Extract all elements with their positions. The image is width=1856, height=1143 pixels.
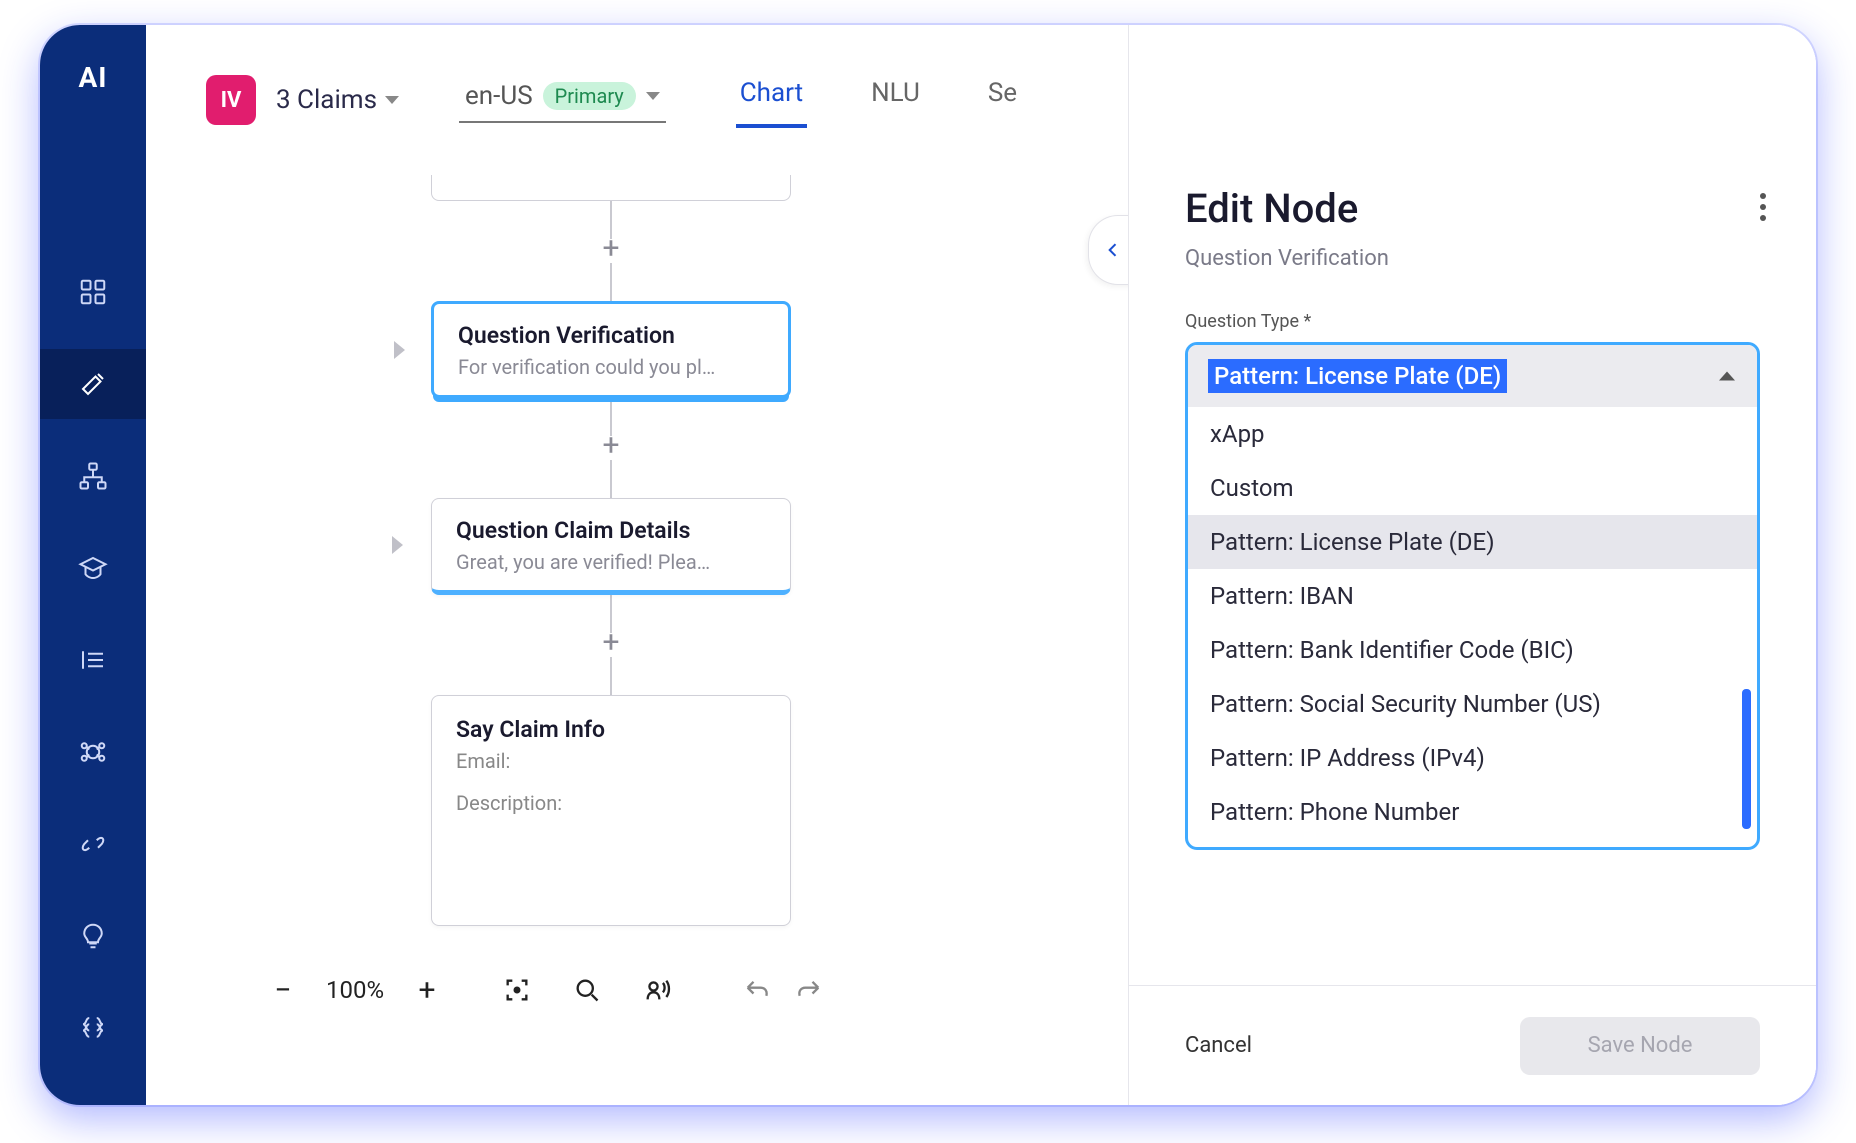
- node-title: Say Claim Info: [456, 716, 766, 743]
- sidebar-item-connect[interactable]: [40, 809, 146, 879]
- locale-primary-badge: Primary: [543, 82, 636, 110]
- sidebar-item-build[interactable]: [40, 349, 146, 419]
- combobox-option[interactable]: Pattern: Social Security Number (US): [1188, 677, 1757, 731]
- flow-connector: [610, 657, 612, 695]
- breadcrumb-project[interactable]: 3 Claims: [276, 85, 399, 115]
- flow-node-question-claim-details[interactable]: Question Claim Details Great, you are ve…: [431, 498, 791, 595]
- sidebar-item-ideas[interactable]: [40, 901, 146, 971]
- node-title: Question Verification: [458, 322, 764, 349]
- zoom-out-button[interactable]: −: [266, 973, 300, 1007]
- voice-preview-button[interactable]: [640, 973, 674, 1007]
- caret-right-icon: [394, 341, 405, 359]
- view-tabs: Chart NLU Se: [736, 72, 1021, 128]
- combobox-option[interactable]: Pattern: IBAN: [1188, 569, 1757, 623]
- add-node-button[interactable]: +: [597, 434, 625, 462]
- sidebar-item-logs[interactable]: [40, 625, 146, 695]
- combobox-option[interactable]: Pattern: License Plate (DE): [1188, 515, 1757, 569]
- redo-button[interactable]: [792, 973, 826, 1007]
- caret-right-icon: [392, 536, 403, 554]
- flow-node-say-claim-info[interactable]: Say Claim Info Email: Description:: [431, 695, 791, 926]
- flow-canvas[interactable]: + Question Verification For verification…: [146, 175, 1076, 1025]
- undo-button[interactable]: [740, 973, 774, 1007]
- flow-connector: [610, 460, 612, 498]
- flow-node-question-verification[interactable]: Question Verification For verification c…: [431, 301, 791, 398]
- tab-settings[interactable]: Se: [984, 72, 1021, 128]
- combobox-option[interactable]: Pattern: IP Address (IPv4): [1188, 731, 1757, 785]
- panel-subtitle: Question Verification: [1185, 246, 1760, 271]
- project-badge[interactable]: IV: [206, 75, 256, 125]
- panel-title: Edit Node: [1185, 185, 1760, 232]
- chevron-down-icon: [646, 92, 660, 100]
- tab-chart[interactable]: Chart: [736, 72, 807, 128]
- node-title: Question Claim Details: [456, 517, 766, 544]
- flow-connector: [610, 263, 612, 301]
- fit-view-button[interactable]: [500, 973, 534, 1007]
- sidebar-item-code[interactable]: [40, 993, 146, 1063]
- sidebar: AI: [40, 25, 146, 1105]
- node-line-description: Description:: [456, 791, 766, 815]
- zoom-level: 100%: [326, 976, 384, 1004]
- combobox-option[interactable]: xApp: [1188, 407, 1757, 461]
- canvas-toolbar: − 100% +: [266, 973, 826, 1007]
- sidebar-item-flows[interactable]: [40, 441, 146, 511]
- combobox-option[interactable]: Custom: [1188, 461, 1757, 515]
- question-type-label: Question Type *: [1185, 311, 1760, 332]
- node-subtitle: For verification could you pl…: [458, 355, 764, 379]
- panel-menu-button[interactable]: [1760, 193, 1766, 221]
- flow-node-start-stub[interactable]: [431, 175, 791, 201]
- add-node-button[interactable]: +: [597, 237, 625, 265]
- breadcrumb-label: 3 Claims: [276, 85, 377, 115]
- combobox-selected-value: Pattern: License Plate (DE): [1208, 359, 1507, 393]
- chevron-down-icon: [385, 96, 399, 104]
- node-line-email: Email:: [456, 749, 766, 773]
- node-subtitle: Great, you are verified! Plea…: [456, 550, 766, 574]
- combobox-option[interactable]: Pattern: Phone Number: [1188, 785, 1757, 839]
- combobox-list: xApp Custom Pattern: License Plate (DE) …: [1188, 407, 1757, 847]
- zoom-in-button[interactable]: +: [410, 973, 444, 1007]
- sidebar-item-ai[interactable]: [40, 717, 146, 787]
- scrollbar-thumb[interactable]: [1742, 689, 1751, 829]
- save-node-button[interactable]: Save Node: [1520, 1017, 1760, 1075]
- sidebar-item-apps[interactable]: [40, 257, 146, 327]
- locale-label: en-US: [465, 81, 533, 111]
- question-type-combobox[interactable]: Pattern: License Plate (DE) xApp Custom …: [1185, 342, 1760, 850]
- search-canvas-button[interactable]: [570, 973, 604, 1007]
- combobox-input[interactable]: Pattern: License Plate (DE): [1188, 345, 1757, 407]
- panel-footer: Cancel Save Node: [1129, 985, 1816, 1105]
- sidebar-item-learn[interactable]: [40, 533, 146, 603]
- combobox-option[interactable]: Pattern: Credit Card: [1188, 839, 1757, 847]
- edit-node-panel: Edit Node Question Verification Question…: [1128, 25, 1816, 1105]
- logo: AI: [78, 61, 107, 94]
- add-node-button[interactable]: +: [597, 631, 625, 659]
- tab-nlu[interactable]: NLU: [867, 72, 924, 128]
- locale-selector[interactable]: en-US Primary: [459, 77, 666, 123]
- cancel-button[interactable]: Cancel: [1185, 1033, 1252, 1058]
- combobox-option[interactable]: Pattern: Bank Identifier Code (BIC): [1188, 623, 1757, 677]
- chevron-up-icon: [1719, 372, 1735, 381]
